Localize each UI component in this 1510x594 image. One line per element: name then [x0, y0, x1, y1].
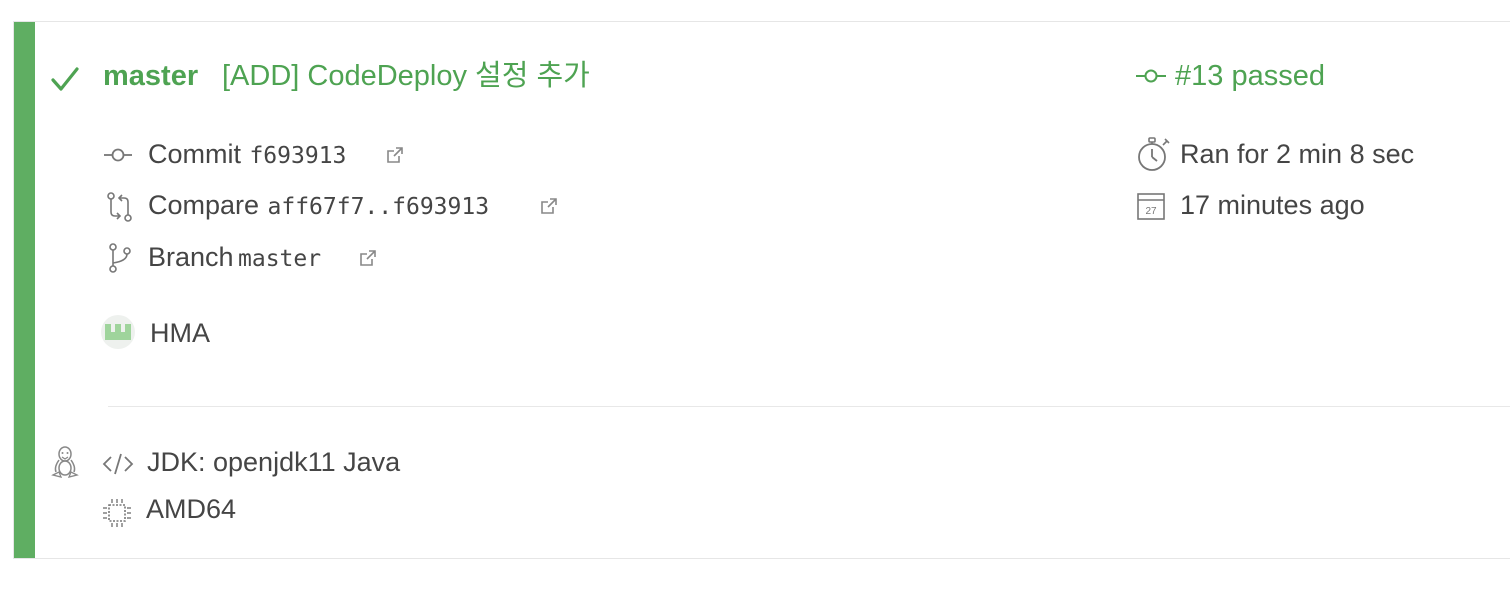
author-name: HMA	[150, 318, 210, 348]
status-bar	[14, 22, 35, 558]
branch-icon	[108, 243, 132, 273]
stopwatch-icon	[1136, 135, 1172, 173]
finished-time: 17 minutes ago	[1180, 190, 1365, 220]
architecture: AMD64	[146, 494, 237, 524]
calendar-icon: 27	[1136, 191, 1166, 221]
commit-link[interactable]: Commit f693913	[148, 137, 346, 171]
branch-value: master	[238, 246, 322, 272]
compare-link[interactable]: Compare aff67f7..f693913	[148, 188, 489, 222]
external-link-icon[interactable]	[385, 145, 405, 165]
language: JDK: openjdk11 Java	[147, 447, 401, 477]
commit-label: Commit	[148, 139, 241, 169]
commit-message-link[interactable]: [ADD] CodeDeploy 설정 추가	[222, 58, 590, 94]
external-link-icon[interactable]	[358, 248, 378, 268]
build-number-link[interactable]: #13 passed	[1175, 58, 1325, 94]
avatar	[101, 315, 135, 349]
commit-icon	[103, 145, 133, 165]
cpu-icon	[101, 497, 133, 529]
code-icon	[102, 452, 134, 476]
check-icon	[50, 64, 80, 94]
external-link-icon[interactable]	[539, 196, 559, 216]
compare-icon	[107, 192, 133, 222]
build-card: master [ADD] CodeDeploy 설정 추가 #13 passed…	[13, 21, 1510, 559]
branch-label: Branch	[148, 242, 234, 272]
duration: Ran for 2 min 8 sec	[1180, 139, 1415, 169]
calendar-day: 27	[1145, 206, 1157, 217]
branch-link[interactable]: master	[103, 58, 198, 94]
linux-icon	[51, 445, 79, 479]
divider	[108, 406, 1510, 407]
commit-sha: f693913	[249, 143, 347, 169]
branch-detail-link[interactable]: Branch master	[148, 240, 321, 274]
compare-label: Compare	[148, 190, 260, 220]
compare-range: aff67f7..f693913	[267, 194, 490, 220]
commit-icon	[1135, 66, 1167, 86]
